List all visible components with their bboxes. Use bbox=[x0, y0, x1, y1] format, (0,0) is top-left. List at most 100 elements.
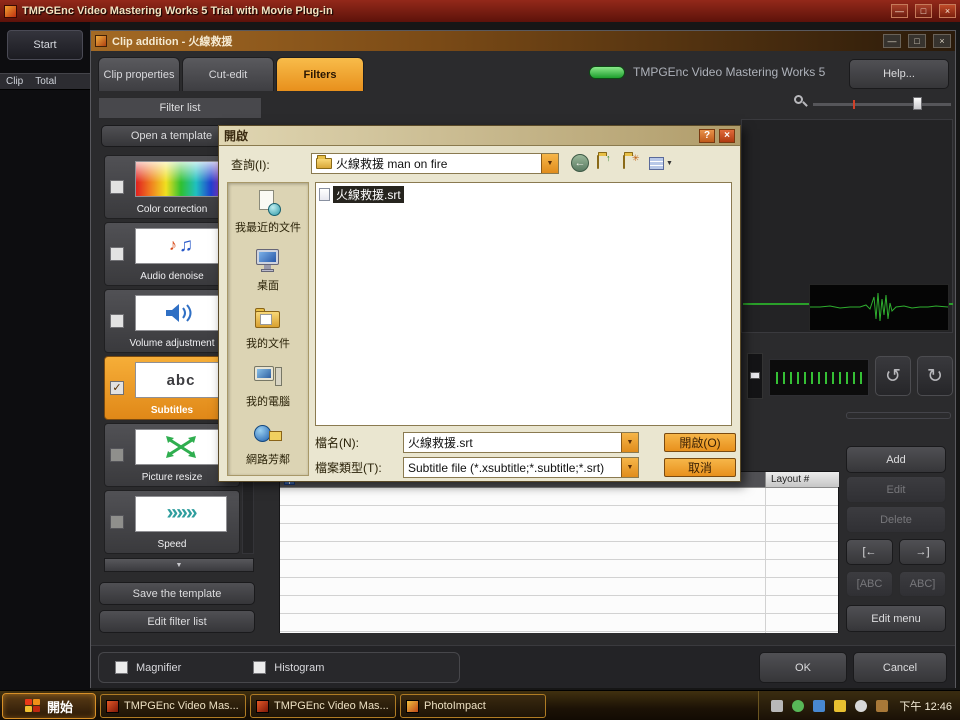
clip-minimize-icon[interactable]: — bbox=[883, 34, 901, 48]
up-arrow-icon: ↑ bbox=[606, 153, 611, 163]
histogram-checkbox[interactable] bbox=[253, 661, 266, 674]
seek-groove[interactable] bbox=[846, 412, 951, 419]
rotate-cw-button[interactable]: ↻ bbox=[917, 356, 953, 396]
start-tab[interactable]: Start bbox=[7, 30, 83, 60]
magnifier-icon bbox=[794, 95, 808, 109]
magnifier-option[interactable]: Magnifier bbox=[115, 661, 181, 674]
tray-icon[interactable] bbox=[834, 700, 846, 712]
tray-icon[interactable] bbox=[771, 700, 783, 712]
file-name-input[interactable]: 火線救援.srt ▼ bbox=[403, 432, 639, 453]
filter-checkbox-checked[interactable]: ✓ bbox=[110, 381, 124, 395]
tray-icon[interactable] bbox=[855, 700, 867, 712]
taskbar-clock[interactable]: 下午 12:46 bbox=[899, 698, 952, 714]
tab-filters[interactable]: Filters bbox=[276, 57, 364, 91]
filter-checkbox[interactable] bbox=[110, 180, 124, 194]
dialog-titlebar: 開啟 ? × bbox=[219, 126, 740, 146]
subtitle-list-table[interactable]: Layout # bbox=[279, 471, 839, 633]
folder-icon bbox=[597, 155, 599, 169]
edit-filter-list-button[interactable]: Edit filter list bbox=[99, 610, 255, 633]
dialog-cancel-button[interactable]: 取消 bbox=[664, 458, 736, 477]
up-one-level-button[interactable]: ↑ bbox=[597, 156, 615, 171]
app-icon bbox=[4, 5, 17, 18]
volume-slider[interactable] bbox=[747, 353, 763, 399]
dialog-title: 開啟 bbox=[224, 127, 695, 144]
place-my-documents[interactable]: 我的文件 bbox=[228, 299, 308, 357]
clip-window-icon bbox=[95, 35, 107, 47]
close-icon[interactable]: × bbox=[939, 4, 956, 18]
histogram-option[interactable]: Histogram bbox=[253, 661, 324, 674]
filter-checkbox[interactable] bbox=[110, 515, 124, 529]
abc-text: abc bbox=[167, 372, 196, 389]
clip-list-header: Clip Total bbox=[0, 73, 90, 90]
windows-logo-icon bbox=[25, 699, 41, 713]
rotate-ccw-button[interactable]: ↺ bbox=[875, 356, 911, 396]
place-recent-documents[interactable]: 我最近的文件 bbox=[228, 183, 308, 241]
place-label: 我的電腦 bbox=[246, 393, 290, 409]
file-type-dropdown[interactable]: Subtitle file (*.xsubtitle;*.subtitle;*.… bbox=[403, 457, 639, 478]
dialog-close-icon[interactable]: × bbox=[719, 129, 735, 143]
open-file-dialog: 開啟 ? × 查詢(I): 火線救援 man on fire ▼ ← ↑ ✳ ▼ bbox=[218, 125, 741, 482]
subtitle-table-body[interactable] bbox=[280, 488, 838, 633]
clip-maximize-icon[interactable]: □ bbox=[908, 34, 926, 48]
dialog-open-button[interactable]: 開啟(O) bbox=[664, 433, 736, 452]
folder-icon bbox=[623, 155, 625, 169]
tray-icon[interactable] bbox=[792, 700, 804, 712]
minimize-icon[interactable]: — bbox=[891, 4, 908, 18]
views-button[interactable]: ▼ bbox=[649, 157, 673, 170]
look-in-dropdown[interactable]: 火線救援 man on fire ▼ bbox=[311, 153, 559, 174]
taskbar-app-tmpgenc-2[interactable]: TMPGEnc Video Mas... bbox=[250, 694, 396, 718]
dropdown-icon[interactable]: ▼ bbox=[621, 458, 638, 477]
place-desktop[interactable]: 桌面 bbox=[228, 241, 308, 299]
new-folder-button[interactable]: ✳ bbox=[623, 156, 641, 171]
ok-button[interactable]: OK bbox=[759, 652, 847, 683]
tab-clip-properties[interactable]: Clip properties bbox=[98, 57, 180, 91]
music-note-icon: ♪ bbox=[169, 237, 177, 255]
dropdown-icon[interactable]: ▼ bbox=[541, 154, 558, 173]
magnifier-checkbox[interactable] bbox=[115, 661, 128, 674]
maximize-icon[interactable]: □ bbox=[915, 4, 932, 18]
tab-filter-list[interactable]: Filter list bbox=[98, 97, 262, 119]
filter-scroll-down-button[interactable]: ▼ bbox=[104, 558, 254, 572]
taskbar-app-tmpgenc-1[interactable]: TMPGEnc Video Mas... bbox=[100, 694, 246, 718]
table-row bbox=[280, 542, 838, 560]
place-my-computer[interactable]: 我的電腦 bbox=[228, 357, 308, 415]
save-template-button[interactable]: Save the template bbox=[99, 582, 255, 605]
back-icon[interactable]: ← bbox=[571, 154, 589, 172]
insert-open-bracket-button[interactable]: [← bbox=[846, 539, 893, 565]
tab-cut-edit[interactable]: Cut-edit bbox=[182, 57, 274, 91]
my-computer-icon bbox=[252, 364, 284, 390]
zoom-slider-handle[interactable] bbox=[913, 97, 922, 110]
filter-checkbox[interactable] bbox=[110, 314, 124, 328]
dialog-help-icon[interactable]: ? bbox=[699, 129, 715, 143]
table-row bbox=[280, 488, 838, 506]
add-button[interactable]: Add bbox=[846, 446, 946, 473]
cancel-button[interactable]: Cancel bbox=[853, 652, 947, 683]
zoom-slider-track[interactable] bbox=[813, 103, 951, 106]
filter-item-speed[interactable]: »»» Speed bbox=[104, 490, 240, 554]
abc-open-button: [ABC bbox=[846, 571, 893, 597]
look-in-value: 火線救援 man on fire bbox=[336, 155, 447, 172]
clip-close-icon[interactable]: × bbox=[933, 34, 951, 48]
file-name-selected[interactable]: 火線救援.srt bbox=[333, 186, 404, 203]
dropdown-icon[interactable]: ▼ bbox=[621, 433, 638, 452]
tmpgenc-app-icon bbox=[256, 700, 269, 713]
file-type-label: 檔案類型(T): bbox=[315, 459, 403, 476]
volume-slider-handle[interactable] bbox=[750, 372, 760, 379]
help-button[interactable]: Help... bbox=[849, 59, 949, 89]
taskbar-app-photoimpact[interactable]: PhotoImpact bbox=[400, 694, 546, 718]
insert-close-bracket-button[interactable]: →] bbox=[899, 539, 946, 565]
start-button-label: 開始 bbox=[47, 697, 73, 716]
file-list[interactable]: 火線救援.srt bbox=[315, 182, 732, 426]
place-network[interactable]: 網路芳鄰 bbox=[228, 415, 308, 473]
filter-checkbox[interactable] bbox=[110, 448, 124, 462]
file-item[interactable]: 火線救援.srt bbox=[319, 186, 404, 203]
filter-checkbox[interactable] bbox=[110, 247, 124, 261]
desktop-icon bbox=[252, 248, 284, 274]
start-button[interactable]: 開始 bbox=[2, 693, 96, 719]
tray-icon[interactable] bbox=[876, 700, 888, 712]
layout-column-header[interactable]: Layout # bbox=[765, 472, 839, 487]
tray-icon[interactable] bbox=[813, 700, 825, 712]
table-row bbox=[280, 596, 838, 614]
place-label: 網路芳鄰 bbox=[246, 451, 290, 467]
edit-menu-button[interactable]: Edit menu bbox=[846, 605, 946, 632]
